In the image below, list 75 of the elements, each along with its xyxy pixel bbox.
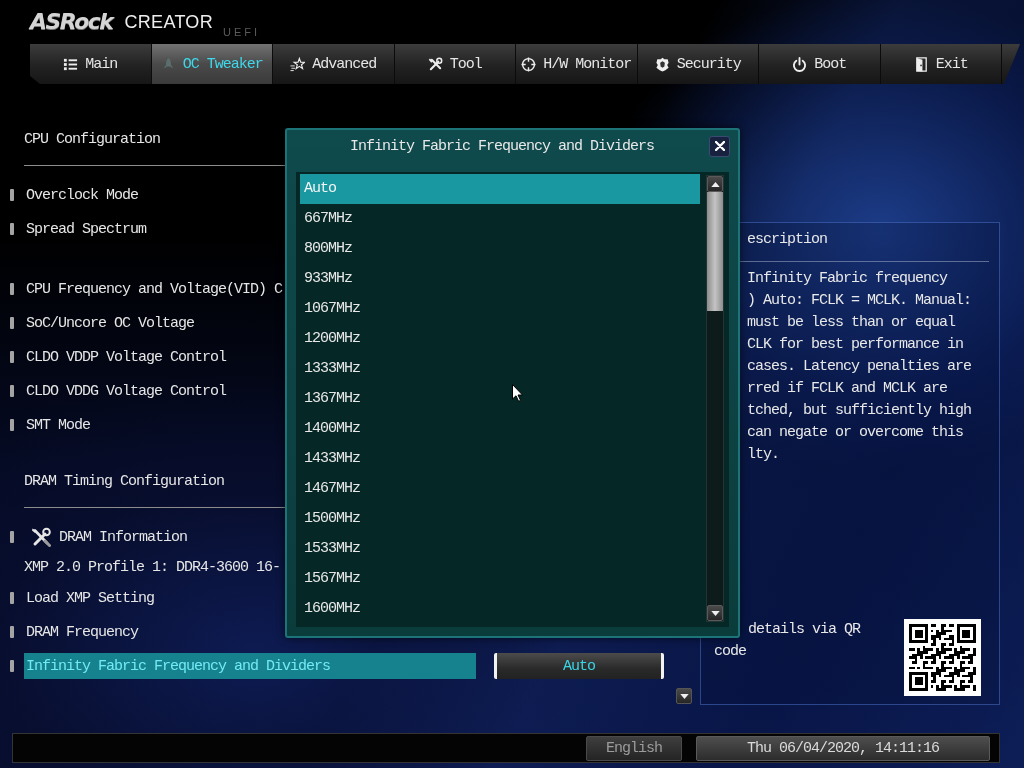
option-item[interactable]: 1400MHz [300, 414, 700, 444]
date-time-display: Thu 06/04/2020, 14:11:16 [696, 735, 990, 761]
option-item[interactable]: 1533MHz [300, 534, 700, 564]
marker-icon [10, 592, 14, 604]
marker-icon [10, 223, 14, 235]
menu-tab[interactable]: OC Tweaker [151, 44, 273, 84]
star-icon [290, 56, 306, 72]
marker-icon [10, 351, 14, 363]
option-item[interactable]: 1200MHz [300, 324, 700, 354]
setting-item[interactable]: DRAM Frequency [24, 619, 142, 645]
setting-item[interactable]: Load XMP Setting [24, 585, 158, 611]
option-item[interactable]: 1500MHz [300, 504, 700, 534]
setting-item[interactable]: SMT Mode [24, 412, 93, 438]
info-text: XMP 2.0 Profile 1: DDR4-3600 16- [24, 559, 281, 576]
tools-icon [31, 527, 51, 547]
caret-down-icon [679, 693, 689, 699]
marker-icon [10, 189, 14, 201]
menu-tab[interactable]: Boot [759, 44, 881, 84]
scrollbar-thumb[interactable] [707, 192, 723, 311]
description-title: escription [747, 230, 827, 250]
option-item[interactable]: 667MHz [300, 204, 700, 234]
scroll-down-button[interactable] [676, 688, 692, 704]
option-item[interactable]: 1067MHz [300, 294, 700, 324]
shield-icon [654, 56, 670, 72]
menu-tab[interactable]: Main [30, 44, 152, 84]
language-button[interactable]: English [586, 735, 682, 761]
setting-item[interactable]: Spread Spectrum [24, 216, 150, 242]
tools-icon [427, 56, 443, 72]
qr-code-icon [904, 619, 981, 696]
scroll-down-button[interactable] [707, 605, 723, 621]
marker-icon [10, 419, 14, 431]
crosshair-icon [521, 56, 537, 72]
setting-item[interactable]: CLDO VDDG Voltage Control [24, 378, 230, 404]
close-button[interactable] [709, 135, 730, 157]
menu-tab[interactable]: Tool [394, 44, 516, 84]
brand-logo: ASRock [30, 9, 113, 35]
qr-note-text: details via QR code [714, 620, 861, 662]
marker-icon [10, 385, 14, 397]
setting-item[interactable]: Overclock Mode [24, 182, 142, 208]
menu-tab[interactable]: Exit [880, 44, 1002, 84]
caret-up-icon [710, 181, 720, 187]
door-icon [913, 56, 929, 72]
marker-icon [10, 531, 14, 543]
menu-tab[interactable]: H/W Monitor [516, 44, 638, 84]
option-item[interactable]: 933MHz [300, 264, 700, 294]
option-item[interactable]: 1567MHz [300, 564, 700, 594]
marker-icon [10, 660, 14, 672]
marker-icon [10, 317, 14, 329]
description-text: Infinity Fabric frequency ) Auto: FCLK = MCLK. Manual: must be less than or equal CLK for best performance in cases. Latency penalties are rred if FCLK and MCLK are tched, but sufficiently high can negate or overcome this lty. [747, 269, 972, 465]
list-icon [63, 56, 79, 72]
option-item[interactable]: 1367MHz [300, 384, 700, 414]
option-item[interactable]: 800MHz [300, 234, 700, 264]
caret-down-icon [710, 610, 720, 616]
menu-tab[interactable]: Security [637, 44, 759, 84]
power-icon [792, 56, 808, 72]
setting-item[interactable]: CLDO VDDP Voltage Control [24, 344, 230, 370]
close-icon [714, 141, 725, 151]
scroll-up-button[interactable] [707, 176, 723, 192]
menu-tab[interactable]: Advanced [273, 44, 395, 84]
popup-title: Infinity Fabric Frequency and Dividers [348, 137, 656, 155]
mouse-pointer-icon [512, 384, 523, 402]
section-heading: CPU Configuration [24, 130, 161, 150]
product-name: CREATOR [124, 12, 213, 32]
marker-icon [10, 626, 14, 638]
submenu-item[interactable]: DRAM Information [24, 524, 191, 550]
section-heading: DRAM Timing Configuration [24, 472, 225, 492]
option-item[interactable]: 1333MHz [300, 354, 700, 384]
setting-item[interactable]: SoC/Uncore OC Voltage [24, 310, 198, 336]
option-item[interactable]: 1600MHz [300, 594, 700, 624]
option-item[interactable]: 1433MHz [300, 444, 700, 474]
setting-item[interactable]: CPU Frequency and Voltage(VID) C [24, 276, 286, 302]
value-dropdown[interactable]: Auto [494, 653, 664, 679]
edition-label: UEFI [222, 26, 261, 39]
option-item[interactable]: 1467MHz [300, 474, 700, 504]
marker-icon [10, 283, 14, 295]
